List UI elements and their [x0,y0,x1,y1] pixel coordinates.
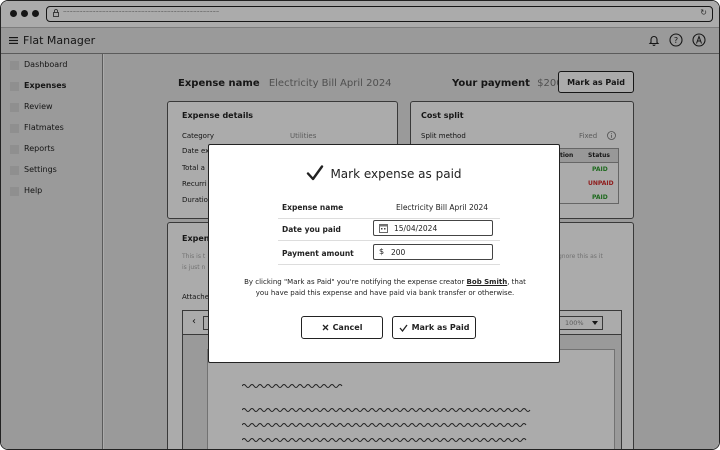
payment-amount-value: 200 [391,248,406,257]
checkmark-icon [399,324,408,332]
dialog-row-expense-name: Expense name Electricity Bill April 2024 [278,195,500,219]
payment-amount-input[interactable]: $ 200 [373,244,493,260]
checkmark-icon [307,165,324,181]
dialog-notice: By clicking "Mark as Paid" you're notify… [239,277,531,299]
date-paid-label: Date you paid [282,225,341,234]
close-icon [322,324,329,331]
date-paid-value: 15/04/2024 [394,224,438,233]
date-paid-input[interactable]: 15/04/2024 [373,220,493,236]
dialog-title-row: Mark expense as paid [209,165,559,181]
confirm-button-label: Mark as Paid [411,323,470,332]
payment-amount-label: Payment amount [282,249,354,258]
cancel-button[interactable]: Cancel [301,316,383,339]
cancel-button-label: Cancel [332,323,363,332]
calendar-icon[interactable] [379,223,388,233]
confirm-mark-paid-button[interactable]: Mark as Paid [392,316,476,339]
browser-window: ~~~~~~~~~~~~~~~~~~~~~~~~~~~~~~~~~~~~~~~~… [0,0,720,450]
dialog-title: Mark expense as paid [330,167,462,181]
dollar-icon: $ [379,247,385,256]
expense-name-value: Electricity Bill April 2024 [396,203,489,212]
expense-name-label: Expense name [282,203,344,212]
notice-prefix: By clicking "Mark as Paid" you're notify… [244,278,467,286]
mark-paid-dialog: Mark expense as paid Expense name Electr… [208,144,560,363]
expense-creator-link[interactable]: Bob Smith [467,278,508,286]
